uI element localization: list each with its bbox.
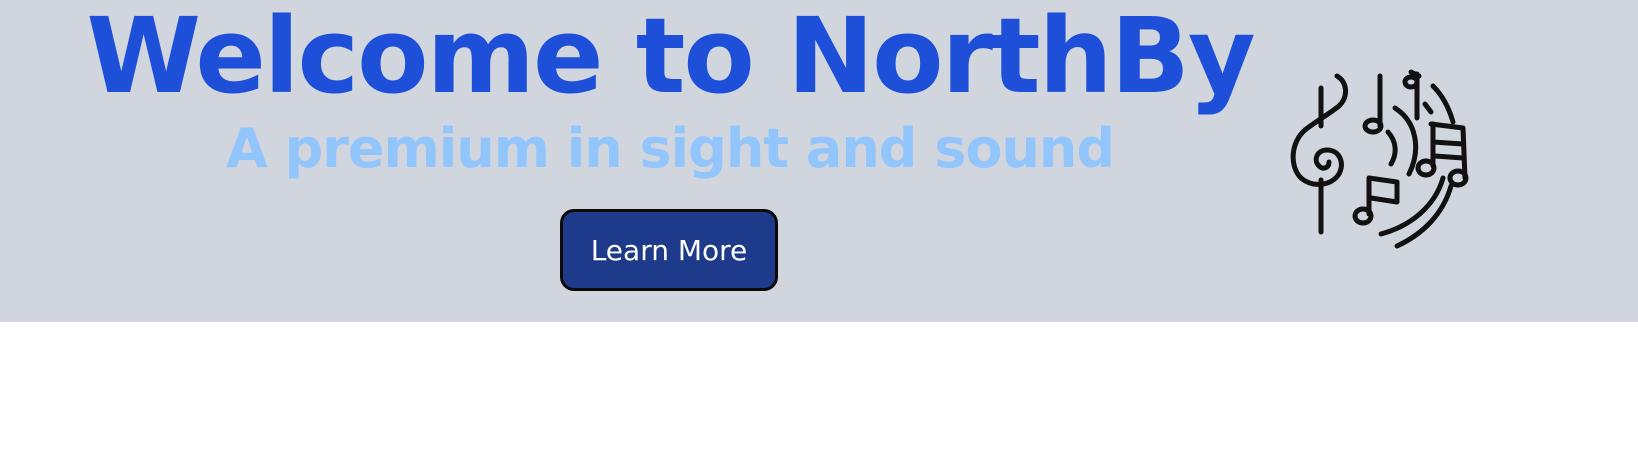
hero-subtitle: A premium in sight and sound [225, 117, 1115, 180]
music-notes-icon [1285, 66, 1485, 256]
learn-more-button[interactable]: Learn More [560, 209, 778, 291]
hero-title: Welcome to NorthBy [86, 0, 1255, 117]
hero-banner: Welcome to NorthBy A premium in sight an… [0, 0, 1638, 322]
